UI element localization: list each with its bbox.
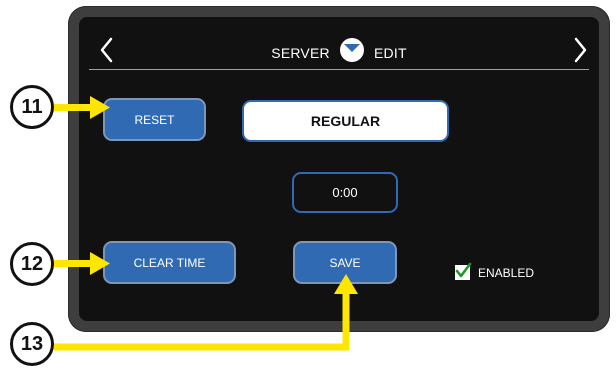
callout-arrow-11 [54, 96, 110, 119]
callout-badge-11: 11 [10, 85, 54, 129]
callout-arrow-13 [54, 274, 358, 351]
callout-arrow-12 [54, 252, 110, 275]
callout-badge-12: 12 [10, 242, 54, 286]
callout-arrows [54, 96, 358, 351]
callout-badge-13: 13 [10, 322, 54, 366]
